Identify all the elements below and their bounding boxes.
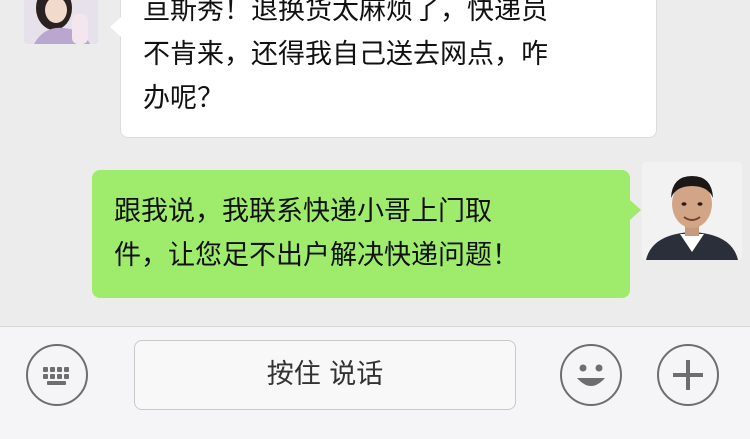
male-user-avatar-icon [642,162,742,260]
keyboard-toggle-button[interactable] [26,344,88,406]
female-user-avatar-icon [24,0,98,44]
chat-input-bar: 按住 说话 [0,326,750,439]
plus-icon [673,360,703,390]
hold-to-talk-button[interactable]: 按住 说话 [134,340,516,410]
contact-avatar[interactable] [24,0,98,44]
emoji-button[interactable] [560,344,622,406]
message-text-line: 跟我说，我联系快递小哥上门取 [114,196,492,227]
message-text-line: 办呢？ [143,83,224,114]
outgoing-message-bubble[interactable]: 跟我说，我联系快递小哥上门取 件，让您足不出户解决快递问题！ [92,170,641,298]
more-functions-button[interactable] [657,344,719,406]
message-text-line: 亘斯秀！退换货太麻烦了，快递员 [143,0,548,26]
keyboard-icon [43,367,69,385]
hold-to-talk-label: 按住 说话 [266,359,384,390]
smiley-face-icon [577,364,605,386]
message-text-line: 不肯来，还得我自己送去网点，咋 [143,39,548,70]
incoming-message-bubble[interactable]: 亘斯秀！退换货太麻烦了，快递员 不肯来，还得我自己送去网点，咋 办呢？ [110,0,657,138]
user-avatar[interactable] [642,162,742,260]
message-text-line: 件，让您足不出户解决快递问题！ [114,240,519,271]
chat-message-area[interactable]: 亘斯秀！退换货太麻烦了，快递员 不肯来，还得我自己送去网点，咋 办呢？ 跟我说，… [0,0,750,326]
